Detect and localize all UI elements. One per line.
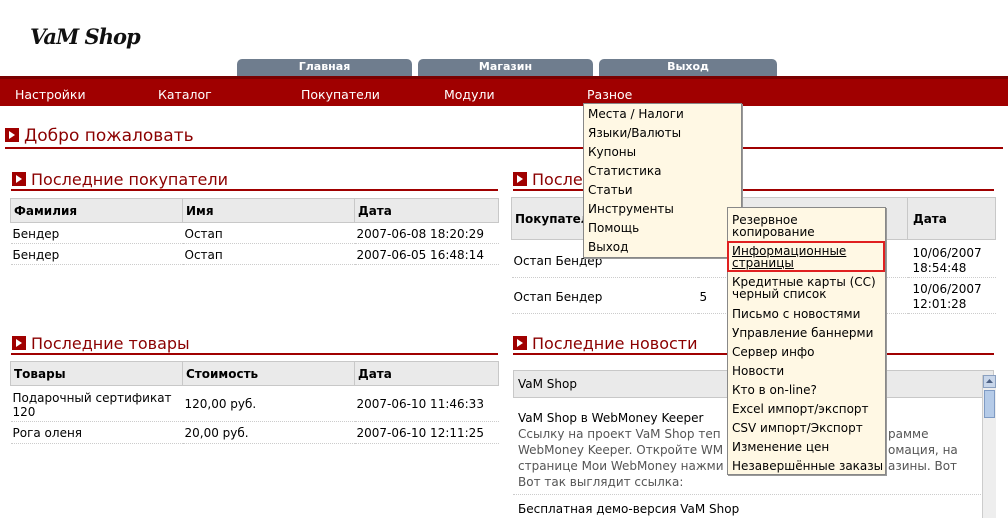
menu-item-who-online[interactable]: Кто в on-line?	[732, 384, 817, 396]
scroll-thumb[interactable]	[984, 390, 995, 418]
main-menu-bar: Настройки Каталог Покупатели Модули Разн…	[0, 76, 1008, 106]
products-rule	[11, 353, 498, 355]
menu-item-languages[interactable]: Языки/Валюты	[588, 126, 681, 140]
menu-item-backup[interactable]: Резервное копирование	[732, 214, 882, 238]
table-row[interactable]: Рога оленя 20,00 руб. 2007-06-10 12:11:2…	[10, 421, 499, 444]
tab-home[interactable]: Главная	[237, 59, 412, 76]
arrow-right-icon	[513, 172, 527, 186]
menu-modules[interactable]: Модули	[444, 87, 495, 102]
menu-misc[interactable]: Разное	[587, 87, 632, 102]
menu-item-help[interactable]: Помощь	[588, 221, 639, 235]
menu-settings[interactable]: Настройки	[15, 87, 86, 102]
menu-item-banners[interactable]: Управление баннерми	[732, 327, 873, 339]
welcome-rule	[5, 147, 1003, 149]
table-row[interactable]: Подарочный сертификат 120 120,00 руб. 200…	[10, 385, 499, 422]
tab-exit[interactable]: Выход	[599, 59, 777, 76]
news-divider	[513, 494, 981, 495]
menu-item-price-change[interactable]: Изменение цен	[732, 441, 829, 453]
table-row[interactable]: Бендер Остап 2007-06-05 16:48:14	[10, 243, 499, 265]
arrow-right-icon	[513, 336, 527, 350]
news-title: Последние новости	[513, 334, 698, 353]
menu-item-coupons[interactable]: Купоны	[588, 145, 636, 159]
menu-item-unfinished-orders[interactable]: Незавершённые заказы	[732, 460, 883, 472]
menu-item-logout[interactable]: Выход	[588, 240, 628, 254]
col-surname: Фамилия	[10, 198, 183, 223]
arrow-right-icon	[5, 128, 19, 142]
menu-item-places-taxes[interactable]: Места / Налоги	[588, 107, 684, 121]
news-scrollbar[interactable]	[982, 375, 996, 518]
menu-item-tools[interactable]: Инструменты	[588, 202, 674, 216]
arrow-right-icon	[12, 336, 26, 350]
products-table: Товары Стоимость Дата Подарочный сертифи…	[10, 361, 499, 444]
customers-rule	[11, 189, 498, 191]
menu-item-newsletter[interactable]: Письмо с новостями	[732, 308, 860, 320]
products-title: Последние товары	[12, 334, 190, 353]
customers-table: Фамилия Имя Дата Бендер Остап 2007-06-08…	[10, 198, 499, 265]
arrow-right-icon	[12, 172, 26, 186]
menu-item-statistics[interactable]: Статистика	[588, 164, 662, 178]
menu-item-cc-blacklist[interactable]: Кредитные карты (CC) черный список	[732, 276, 882, 300]
arrow-up-icon	[986, 379, 993, 383]
col-name: Имя	[182, 198, 355, 223]
logo: VaM Shop	[30, 24, 141, 49]
col-date: Дата	[354, 198, 499, 223]
col-product: Товары	[10, 361, 183, 386]
col-date: Дата	[354, 361, 499, 386]
scroll-up-button[interactable]	[983, 375, 996, 388]
tab-shop[interactable]: Магазин	[418, 59, 593, 76]
news-item-title[interactable]: Бесплатная демо-версия VaM Shop	[518, 502, 739, 516]
menu-item-articles[interactable]: Статьи	[588, 183, 633, 197]
col-price: Стоимость	[182, 361, 355, 386]
menu-item-excel[interactable]: Excel импорт/экспорт	[732, 403, 869, 415]
news-item-tail: рамме омация, на азины. Вот	[888, 427, 958, 473]
menu-item-server-info[interactable]: Сервер инфо	[732, 346, 815, 358]
misc-dropdown: Места / Налоги Языки/Валюты Купоны Стати…	[583, 103, 742, 258]
menu-item-csv[interactable]: CSV импорт/Экспорт	[732, 422, 863, 434]
table-row[interactable]: Бендер Остап 2007-06-08 18:20:29	[10, 222, 499, 244]
menu-customers[interactable]: Покупатели	[301, 87, 380, 102]
menu-item-news[interactable]: Новости	[732, 365, 784, 377]
highlight-box	[727, 241, 885, 272]
customers-title: Последние покупатели	[12, 170, 228, 189]
col-order-date: Дата	[907, 197, 996, 240]
welcome-title: Добро пожаловать	[5, 126, 194, 146]
menu-catalog[interactable]: Каталог	[158, 87, 212, 102]
